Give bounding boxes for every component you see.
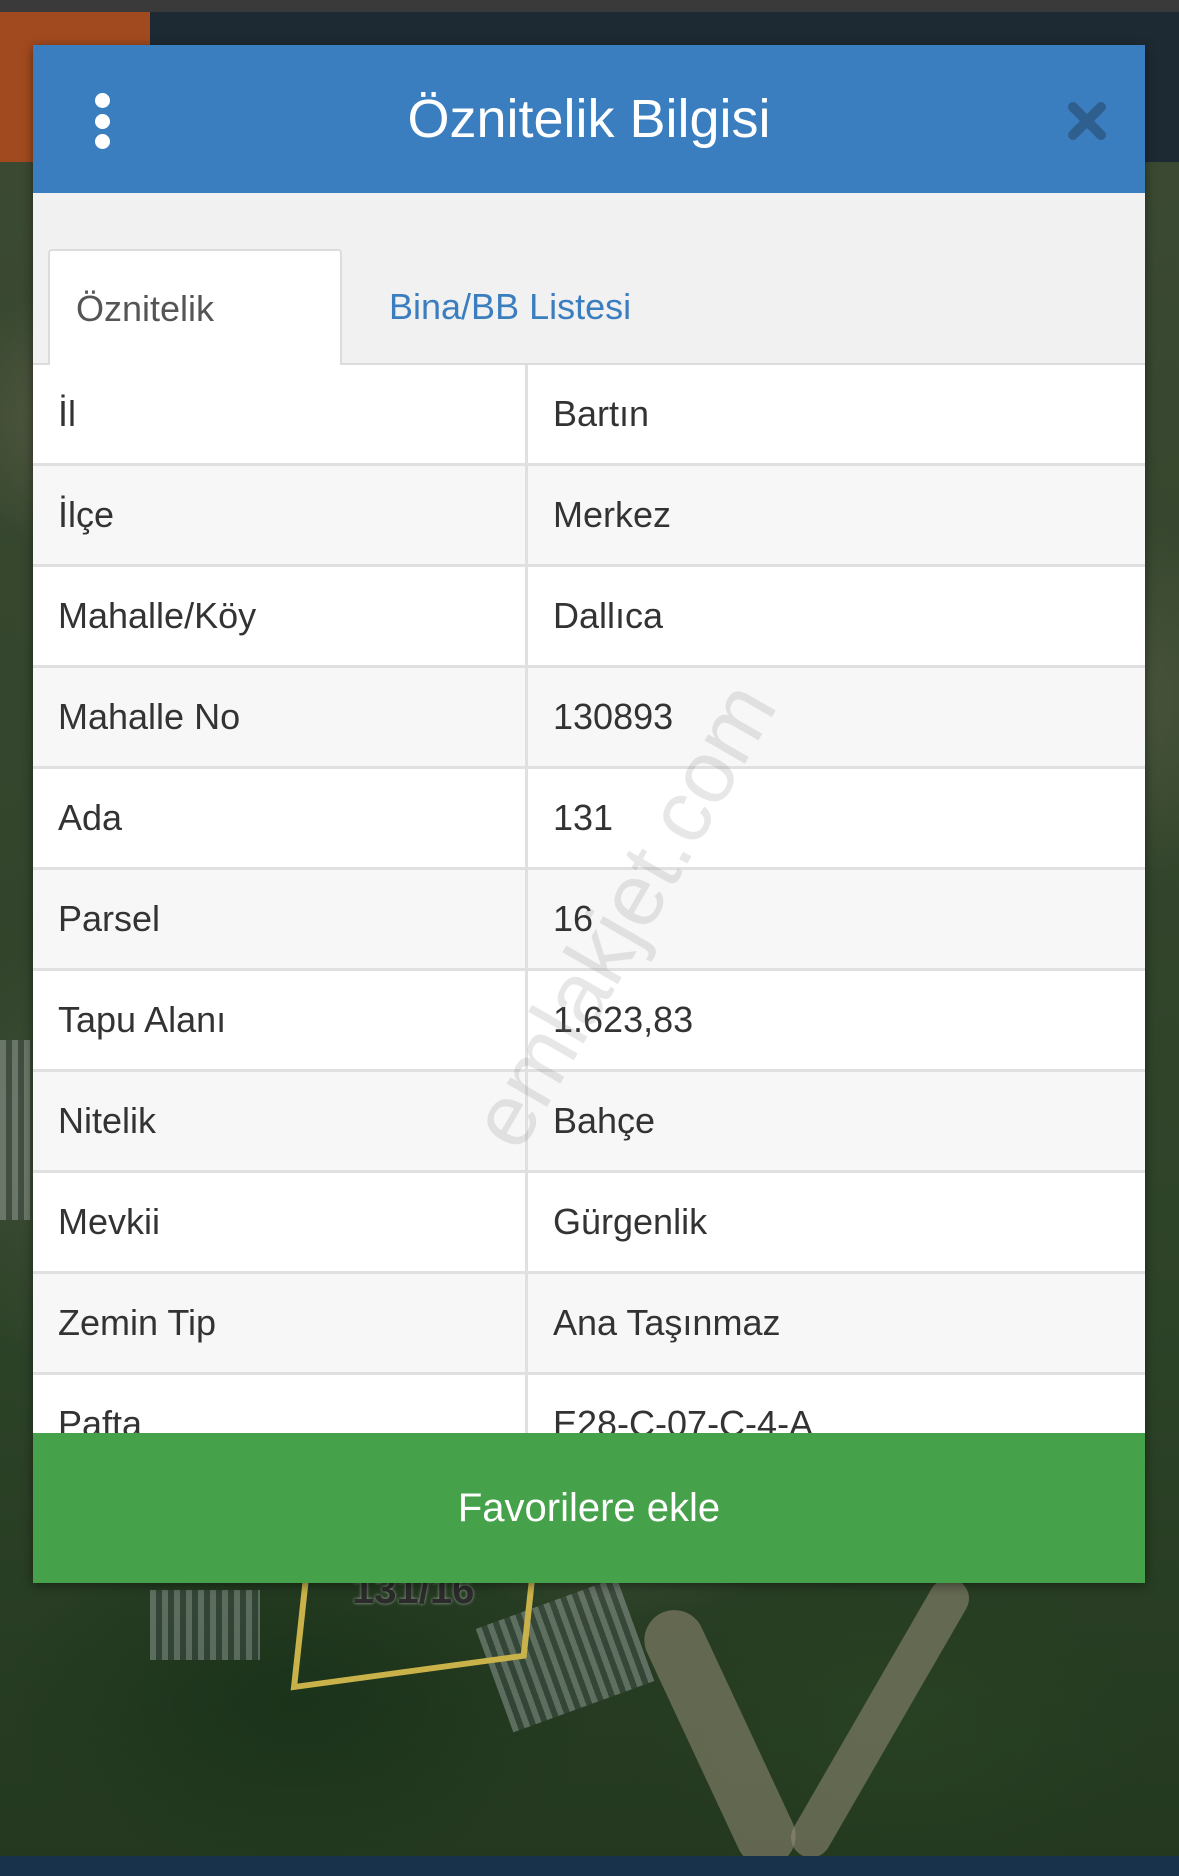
row-label: İlçe	[33, 466, 528, 564]
row-label: Ada	[33, 769, 528, 867]
row-label: Mahalle/Köy	[33, 567, 528, 665]
table-row: Nitelik Bahçe	[33, 1072, 1145, 1173]
row-value: 16	[553, 898, 594, 939]
map-top-strip	[0, 0, 1179, 12]
row-label: Zemin Tip	[33, 1274, 528, 1372]
row-label: Mahalle No	[33, 668, 528, 766]
table-row: Mevkii Gürgenlik	[33, 1173, 1145, 1274]
table-row: Mahalle/Köy Dallıca	[33, 567, 1145, 668]
row-value: Ana Taşınmaz	[553, 1302, 781, 1343]
table-row: İlçe Merkez	[33, 466, 1145, 567]
row-label: Mevkii	[33, 1173, 528, 1271]
vertical-dots-icon[interactable]	[91, 93, 113, 149]
row-label: Parsel	[33, 870, 528, 968]
table-row: İl Bartın	[33, 365, 1145, 466]
row-value: Bahçe	[553, 1100, 656, 1141]
close-icon[interactable]	[1063, 97, 1111, 145]
dialog-title: Öznitelik Bilgisi	[407, 89, 771, 149]
add-to-favorites-button[interactable]: Favorilere ekle	[33, 1433, 1145, 1583]
attribute-info-dialog: Öznitelik Bilgisi Öznitelik Bilgisi Bina…	[33, 45, 1145, 1583]
map-bottom-strip	[0, 1856, 1179, 1876]
row-value: 131	[553, 797, 614, 838]
table-row: Tapu Alanı 1.623,83	[33, 971, 1145, 1072]
row-label: Nitelik	[33, 1072, 528, 1170]
row-value: Bartın	[553, 393, 650, 434]
table-row: Zemin Tip Ana Taşınmaz	[33, 1274, 1145, 1375]
table-row: Mahalle No 130893	[33, 668, 1145, 769]
row-value: 130893	[553, 696, 674, 737]
row-value: Merkez	[553, 494, 672, 535]
row-value: 1.623,83	[553, 999, 694, 1040]
dialog-header: Öznitelik Bilgisi	[33, 45, 1145, 193]
map-greenhouses	[0, 1040, 30, 1220]
attribute-table: İl Bartın İlçe Merkez Mahalle/Köy Dallıc…	[33, 365, 1145, 1476]
table-row: Ada 131	[33, 769, 1145, 870]
tab-building-list[interactable]: Bina/BB Listesi	[363, 249, 657, 365]
tab-attribute-info[interactable]: Öznitelik Bilgisi	[48, 249, 342, 445]
row-label: İl	[33, 365, 528, 463]
tabs-bar: Öznitelik Bilgisi Bina/BB Listesi	[33, 193, 1145, 445]
table-row: Parsel 16	[33, 870, 1145, 971]
map-greenhouses	[150, 1590, 260, 1660]
row-value: Dallıca	[553, 595, 664, 636]
row-value: Gürgenlik	[553, 1201, 708, 1242]
row-label: Tapu Alanı	[33, 971, 528, 1069]
